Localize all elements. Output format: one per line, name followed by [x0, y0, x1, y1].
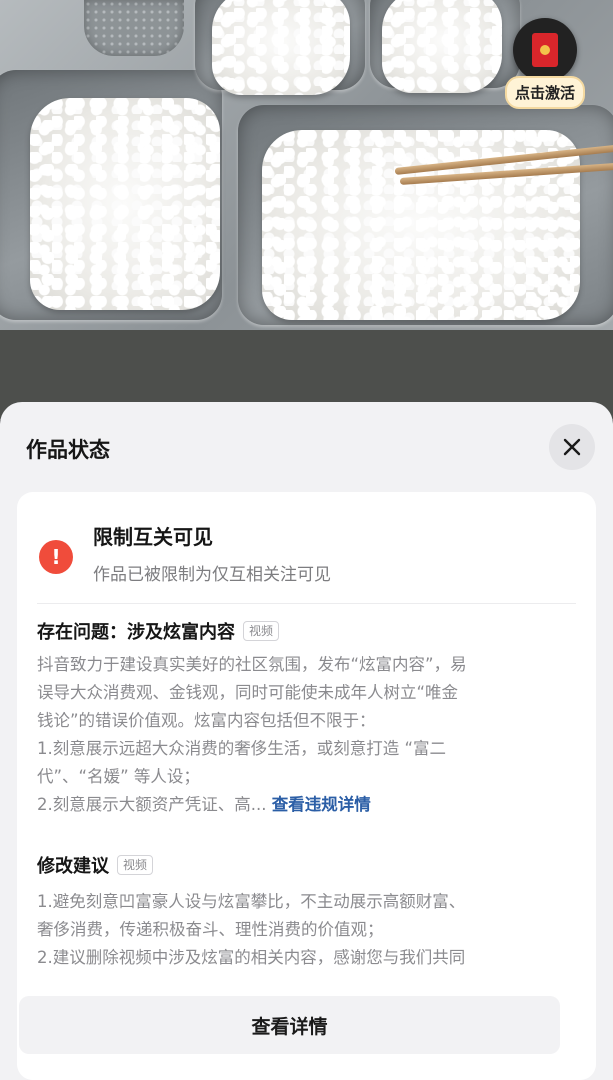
- view-details-button[interactable]: 查看详情: [19, 996, 560, 1054]
- close-button[interactable]: [549, 424, 595, 470]
- sheet-title: 作品状态: [26, 438, 110, 462]
- issue-last-line: 2.刻意展示大额资产凭证、高... 查看违规详情: [37, 791, 577, 819]
- red-envelope-icon[interactable]: [513, 18, 577, 82]
- issue-line: 钱论”的错误价值观。炫富内容包括但不限于：: [37, 711, 376, 730]
- suggestion-heading-row: 修改建议 视频: [37, 852, 154, 878]
- activate-widget[interactable]: 点击激活: [501, 18, 589, 109]
- issue-heading: 存在问题：涉及炫富内容: [37, 622, 235, 643]
- status-title: 限制互关可见: [93, 525, 213, 549]
- rice-portion-top-right: [382, 0, 502, 93]
- rice-portion-top-middle: [212, 0, 350, 95]
- view-violation-details-link[interactable]: 查看违规详情: [272, 795, 371, 814]
- issue-line: 抖音致力于建设真实美好的社区氛围，发布“炫富内容”，易: [37, 655, 467, 674]
- exclamation-icon: !: [39, 540, 73, 574]
- suggestion-description: 1.避免刻意凹富豪人设与炫富攀比，不主动展示高额财富、 奢侈消费，传递积极奋斗、…: [37, 888, 577, 972]
- suggestion-line: 1.避免刻意凹富豪人设与炫富攀比，不主动展示高额财富、: [37, 892, 466, 911]
- suggestion-tag: 视频: [117, 855, 154, 875]
- divider: [37, 603, 576, 604]
- post-photo: 点击激活: [0, 0, 613, 330]
- suggestion-line: 奢侈消费，传递积极奋斗、理性消费的价值观；: [37, 920, 384, 939]
- status-subtitle: 作品已被限制为仅互相关注可见: [93, 565, 331, 585]
- issue-heading-row: 存在问题：涉及炫富内容 视频: [37, 618, 280, 644]
- issue-tag: 视频: [243, 621, 280, 641]
- status-card: ! 限制互关可见 作品已被限制为仅互相关注可见 存在问题：涉及炫富内容 视频 抖…: [17, 492, 596, 1080]
- suggestion-line: 2.建议删除视频中涉及炫富的相关内容，感谢您与我们共同: [37, 948, 466, 967]
- issue-line: 代”、“名媛” 等人设；: [37, 767, 200, 786]
- issue-truncated-text: 2.刻意展示大额资产凭证、高...: [37, 795, 267, 814]
- suggestion-heading: 修改建议: [37, 856, 109, 877]
- status-row: ! 限制互关可见 作品已被限制为仅互相关注可见: [39, 522, 331, 585]
- rice-portion-left: [30, 98, 220, 310]
- issue-line: 1.刻意展示远超大众消费的奢侈生活，或刻意打造 “富二: [37, 739, 447, 758]
- activate-label[interactable]: 点击激活: [504, 76, 585, 109]
- post-status-sheet: 作品状态 ! 限制互关可见 作品已被限制为仅互相关注可见 存在问题：涉及炫富内容…: [0, 402, 613, 1080]
- close-icon: [563, 438, 581, 456]
- issue-description: 抖音致力于建设真实美好的社区氛围，发布“炫富内容”，易 误导大众消费观、金钱观，…: [37, 651, 577, 819]
- tray-drain-grid: [84, 0, 184, 56]
- issue-line: 误导大众消费观、金钱观，同时可能使未成年人树立“唯金: [37, 683, 459, 702]
